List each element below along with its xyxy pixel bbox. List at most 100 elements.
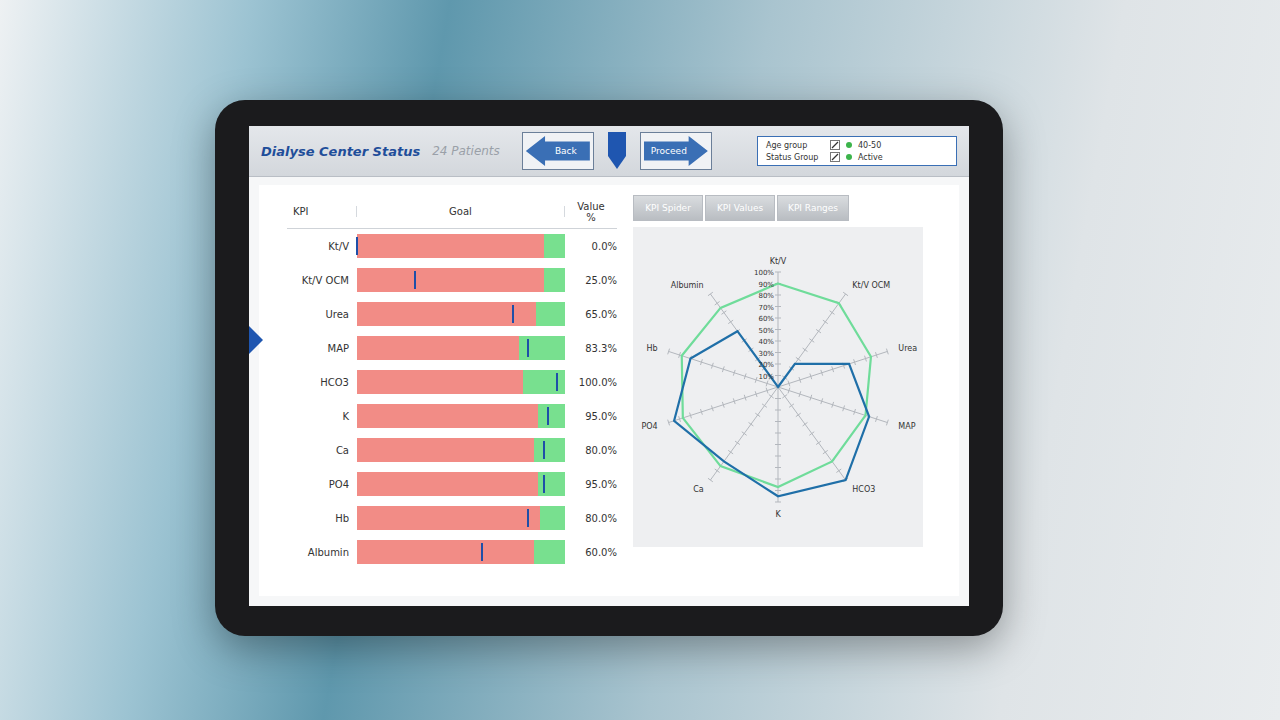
- goal-bar-green: [534, 438, 565, 462]
- radar-axis-label: PO4: [641, 422, 657, 431]
- radar-axis-label: HCO3: [852, 485, 875, 494]
- patient-count: 24 Patients: [432, 144, 500, 158]
- table-row[interactable]: Kt/V OCM 25.0%: [287, 263, 617, 297]
- tab[interactable]: KPI Values: [705, 195, 775, 221]
- proceed-button[interactable]: Proceed: [644, 136, 708, 166]
- tab[interactable]: KPI Ranges: [777, 195, 849, 221]
- column-header: Value%: [565, 201, 617, 223]
- radar-tick-label: 60%: [758, 315, 774, 323]
- goal-bar-green: [534, 540, 565, 564]
- kpi-label: Kt/V: [287, 241, 357, 252]
- goal-bar-red: [357, 370, 523, 394]
- goal-bar: [357, 302, 565, 326]
- table-row[interactable]: PO495.0%: [287, 467, 617, 501]
- kpi-value: 83.3%: [565, 343, 617, 354]
- goal-bar: [357, 540, 565, 564]
- radar-axis: [708, 387, 778, 482]
- kpi-value: 25.0%: [565, 275, 617, 286]
- radar-tick-label: 30%: [758, 350, 774, 358]
- goal-bar-green: [540, 506, 565, 530]
- tab[interactable]: KPI Spider: [633, 195, 703, 221]
- radar-axis-label: K: [775, 510, 781, 519]
- radar-axis-label: Kt/V: [770, 257, 787, 266]
- table-row[interactable]: MAP 83.3%: [287, 331, 617, 365]
- goal-bar-red: [357, 302, 536, 326]
- filter-row[interactable]: Age group 40-50: [766, 140, 948, 150]
- goal-bar-red: [357, 506, 540, 530]
- goal-bar: [357, 506, 565, 530]
- filter-value: Active: [858, 153, 883, 162]
- value-marker: [543, 441, 545, 459]
- value-marker: [356, 237, 358, 255]
- goal-bar-green: [544, 234, 565, 258]
- radar-tick-label: 50%: [758, 327, 774, 335]
- filter-label: Age group: [766, 141, 824, 150]
- tablet-screen: Dialyse Center Status 24 Patients Back Proc…: [249, 126, 969, 606]
- table-row[interactable]: HCO3 100.0%: [287, 365, 617, 399]
- filter-row[interactable]: Status Group Active: [766, 152, 948, 162]
- goal-bar: [357, 268, 565, 292]
- goal-bar-green: [523, 370, 565, 394]
- value-marker: [547, 407, 549, 425]
- value-marker: [543, 475, 545, 493]
- kpi-value: 60.0%: [565, 547, 617, 558]
- kpi-value: 65.0%: [565, 309, 617, 320]
- radar-axis: [778, 387, 888, 425]
- header-bar: Dialyse Center Status 24 Patients Back Proc…: [249, 126, 969, 177]
- radar-tick-label: 70%: [758, 304, 774, 312]
- table-row[interactable]: Ca 80.0%: [287, 433, 617, 467]
- radar-tick-label: 40%: [758, 338, 774, 346]
- goal-bar-red: [357, 404, 538, 428]
- radar-axis: [778, 387, 848, 482]
- goal-bar-green: [544, 268, 565, 292]
- radar-tick-label: 10%: [758, 373, 774, 381]
- kpi-label: Kt/V OCM: [287, 275, 357, 286]
- value-marker: [527, 509, 529, 527]
- down-arrow-icon[interactable]: [606, 132, 628, 170]
- back-frame: Back: [522, 132, 594, 170]
- column-header: KPI: [287, 206, 357, 217]
- table-row[interactable]: Hb80.0%: [287, 501, 617, 535]
- kpi-label: Urea: [287, 309, 357, 320]
- table-header: KPIGoalValue%: [287, 195, 617, 229]
- kpi-label: K: [287, 411, 357, 422]
- kpi-label: MAP: [287, 343, 357, 354]
- radar-series: [674, 331, 869, 496]
- kpi-label: Albumin: [287, 547, 357, 558]
- edit-icon[interactable]: [830, 140, 840, 150]
- kpi-value: 100.0%: [565, 377, 617, 388]
- table-row[interactable]: Urea 65.0%: [287, 297, 617, 331]
- radar-tick-label: 20%: [758, 361, 774, 369]
- back-button[interactable]: Back: [526, 136, 590, 166]
- goal-bar: [357, 336, 565, 360]
- goal-bar-green: [538, 404, 565, 428]
- radar-axis-label: Albumin: [671, 281, 704, 290]
- radar-axis-label: MAP: [898, 422, 915, 431]
- kpi-label: HCO3: [287, 377, 357, 388]
- table-row[interactable]: Albumin 60.0%: [287, 535, 617, 569]
- filter-value: 40-50: [858, 141, 881, 150]
- goal-bar-red: [357, 336, 519, 360]
- kpi-label: Ca: [287, 445, 357, 456]
- radar-axis: [775, 387, 781, 502]
- radar-axis: [775, 272, 781, 387]
- value-marker: [527, 339, 529, 357]
- table-row[interactable]: K 95.0%: [287, 399, 617, 433]
- goal-bar-red: [357, 540, 534, 564]
- kpi-value: 80.0%: [565, 445, 617, 456]
- value-marker: [481, 543, 483, 561]
- kpi-value: 95.0%: [565, 479, 617, 490]
- goal-bar-red: [357, 268, 544, 292]
- edit-icon[interactable]: [830, 152, 840, 162]
- goal-bar: [357, 370, 565, 394]
- side-arrow-icon[interactable]: [249, 326, 263, 354]
- kpi-value: 95.0%: [565, 411, 617, 422]
- chart-box: 100%90%80%70%60%50%40%30%20%10%Kt/VKt/V …: [633, 227, 923, 547]
- screen-title: Dialyse Center Status: [261, 144, 420, 159]
- filter-label: Status Group: [766, 153, 824, 162]
- tab-bar: KPI SpiderKPI ValuesKPI Ranges: [633, 195, 945, 221]
- table-row[interactable]: Kt/V0.0%: [287, 229, 617, 263]
- radar-axis-label: Ca: [693, 485, 704, 494]
- goal-bar-green: [538, 472, 565, 496]
- goal-bar-red: [357, 438, 534, 462]
